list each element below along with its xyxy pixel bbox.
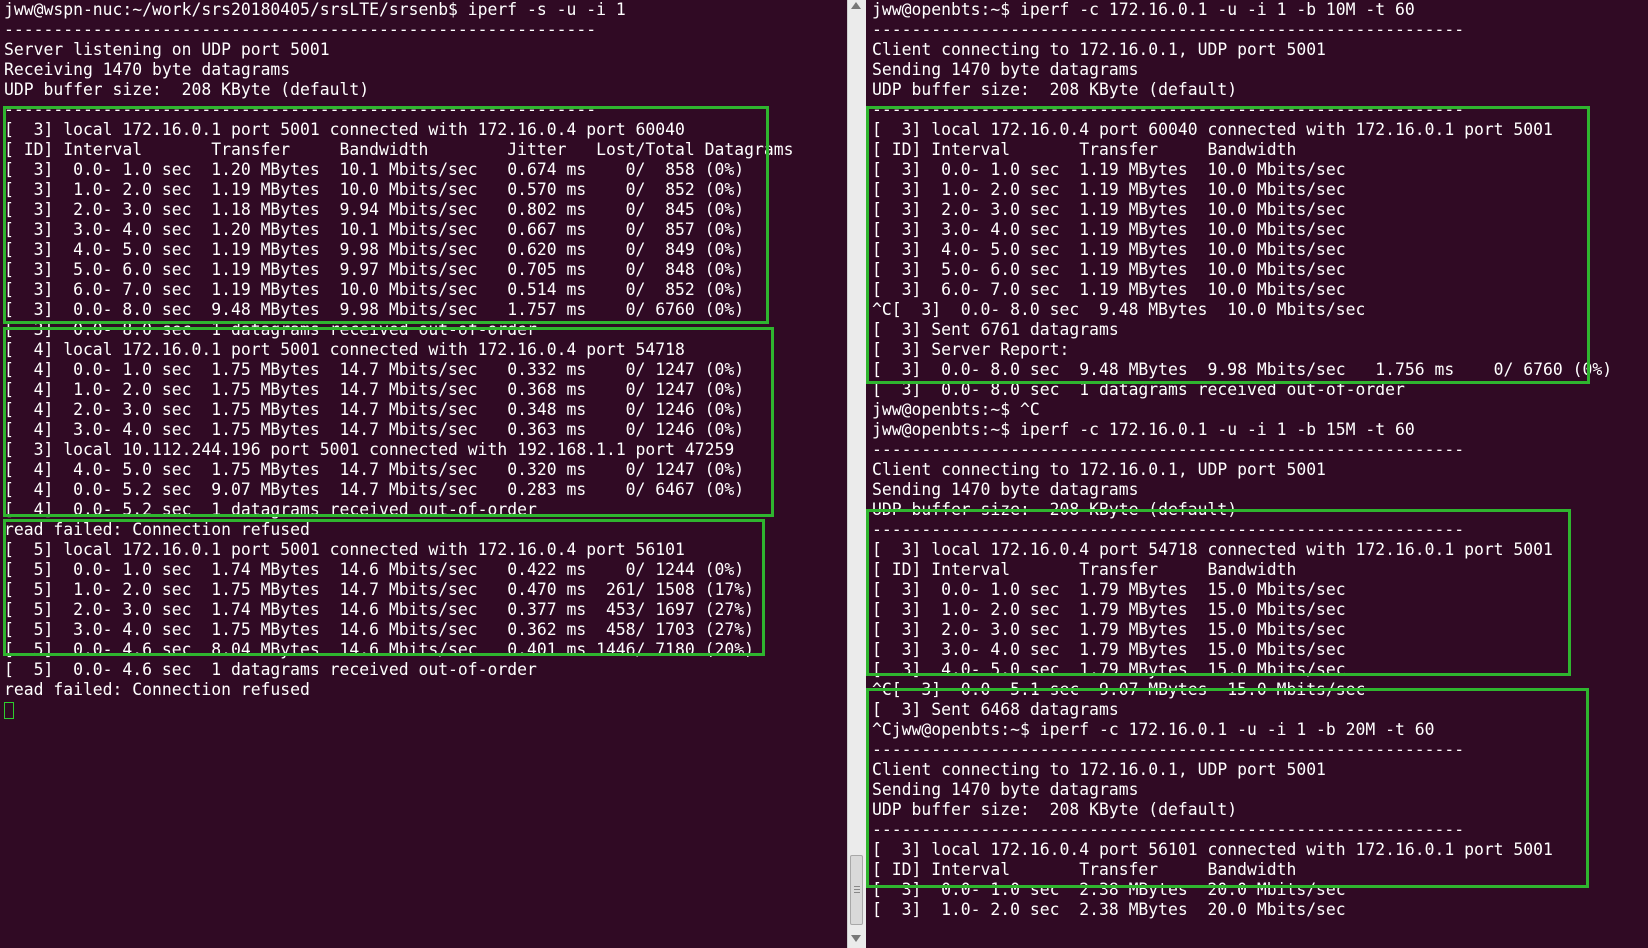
terminal-line: [ 3] 2.0- 3.0 sec 1.18 MBytes 9.94 Mbits…	[4, 200, 745, 219]
terminal-line: [ 3] local 172.16.0.4 port 60040 connect…	[872, 120, 1553, 139]
terminal-line: [ 3] 6.0- 7.0 sec 1.19 MBytes 10.0 Mbits…	[872, 280, 1346, 299]
terminal-line: [ 5] 0.0- 4.6 sec 8.04 MBytes 14.6 Mbits…	[4, 640, 754, 659]
terminal-line: [ ID] Interval Transfer Bandwidth	[872, 560, 1297, 579]
terminal-line: Client connecting to 172.16.0.1, UDP por…	[872, 760, 1326, 779]
terminal-line: jww@openbts:~$ iperf -c 172.16.0.1 -u -i…	[872, 420, 1415, 439]
terminal-line: [ 5] 2.0- 3.0 sec 1.74 MBytes 14.6 Mbits…	[4, 600, 754, 619]
right-terminal-output: jww@openbts:~$ iperf -c 172.16.0.1 -u -i…	[872, 0, 1612, 920]
terminal-line: ----------------------------------------…	[4, 20, 597, 39]
scrollbar-thumb[interactable]	[850, 855, 863, 925]
terminal-line: Sending 1470 byte datagrams	[872, 480, 1139, 499]
terminal-line: jww@openbts:~$ ^C	[872, 400, 1040, 419]
terminal-line: [ 5] 3.0- 4.0 sec 1.75 MBytes 14.6 Mbits…	[4, 620, 754, 639]
terminal-line: UDP buffer size: 208 KByte (default)	[4, 80, 370, 99]
terminal-line: [ ID] Interval Transfer Bandwidth	[872, 860, 1297, 879]
terminal-line: UDP buffer size: 208 KByte (default)	[872, 800, 1238, 819]
terminal-line: [ 5] 1.0- 2.0 sec 1.75 MBytes 14.7 Mbits…	[4, 580, 754, 599]
scroll-up-arrow-icon[interactable]	[851, 2, 861, 9]
terminal-line: [ 3] 0.0- 8.0 sec 9.48 MBytes 9.98 Mbits…	[4, 300, 745, 319]
terminal-line: [ 5] 0.0- 4.6 sec 1 datagrams received o…	[4, 660, 537, 679]
right-terminal-pane[interactable]: jww@openbts:~$ iperf -c 172.16.0.1 -u -i…	[866, 0, 1648, 948]
left-terminal-output: jww@wspn-nuc:~/work/srs20180405/srsLTE/s…	[4, 0, 793, 719]
terminal-line: [ 3] local 172.16.0.4 port 56101 connect…	[872, 840, 1553, 859]
terminal-cursor	[4, 702, 14, 719]
terminal-line: [ 3] 3.0- 4.0 sec 1.79 MBytes 15.0 Mbits…	[872, 640, 1346, 659]
terminal-line: [ 3] 4.0- 5.0 sec 1.19 MBytes 9.98 Mbits…	[4, 240, 745, 259]
terminal-line: Server listening on UDP port 5001	[4, 40, 330, 59]
terminal-line: [ ID] Interval Transfer Bandwidth	[872, 140, 1297, 159]
terminal-line: [ 4] 0.0- 1.0 sec 1.75 MBytes 14.7 Mbits…	[4, 360, 745, 379]
terminal-line: ----------------------------------------…	[872, 520, 1465, 539]
terminal-line: [ 4] local 172.16.0.1 port 5001 connecte…	[4, 340, 685, 359]
terminal-line: ^C[ 3] 0.0- 8.0 sec 9.48 MBytes 10.0 Mbi…	[872, 300, 1366, 319]
terminal-line: [ 4] 3.0- 4.0 sec 1.75 MBytes 14.7 Mbits…	[4, 420, 745, 439]
terminal-line: [ 3] 1.0- 2.0 sec 2.38 MBytes 20.0 Mbits…	[872, 900, 1346, 919]
terminal-line: UDP buffer size: 208 KByte (default)	[872, 80, 1238, 99]
terminal-line: [ ID] Interval Transfer Bandwidth Jitter…	[4, 140, 794, 159]
terminal-line: [ 3] 4.0- 5.0 sec 1.19 MBytes 10.0 Mbits…	[872, 240, 1346, 259]
scroll-down-arrow-icon[interactable]	[851, 935, 861, 942]
terminal-line: ----------------------------------------…	[872, 20, 1465, 39]
terminal-line: [ 3] Sent 6761 datagrams	[872, 320, 1119, 339]
terminal-line: Client connecting to 172.16.0.1, UDP por…	[872, 460, 1326, 479]
terminal-line: Receiving 1470 byte datagrams	[4, 60, 291, 79]
terminal-line: [ 3] 5.0- 6.0 sec 1.19 MBytes 10.0 Mbits…	[872, 260, 1346, 279]
terminal-line: [ 3] 0.0- 1.0 sec 1.79 MBytes 15.0 Mbits…	[872, 580, 1346, 599]
terminal-line: [ 3] local 10.112.244.196 port 5001 conn…	[4, 440, 735, 459]
terminal-line: [ 3] local 172.16.0.4 port 54718 connect…	[872, 540, 1553, 559]
terminal-line: read failed: Connection refused	[4, 520, 310, 539]
terminal-line: [ 3] 1.0- 2.0 sec 1.19 MBytes 10.0 Mbits…	[872, 180, 1346, 199]
terminal-line: [ 4] 4.0- 5.0 sec 1.75 MBytes 14.7 Mbits…	[4, 460, 745, 479]
terminal-line: [ 5] local 172.16.0.1 port 5001 connecte…	[4, 540, 685, 559]
terminal-line: Client connecting to 172.16.0.1, UDP por…	[872, 40, 1326, 59]
terminal-line: [ 5] 0.0- 1.0 sec 1.74 MBytes 14.6 Mbits…	[4, 560, 745, 579]
terminal-line: UDP buffer size: 208 KByte (default)	[872, 500, 1238, 519]
terminal-line: [ 3] Server Report:	[872, 340, 1070, 359]
terminal-line: [ 3] 0.0- 8.0 sec 9.48 MBytes 9.98 Mbits…	[872, 360, 1613, 379]
terminal-line: [ 3] 6.0- 7.0 sec 1.19 MBytes 10.0 Mbits…	[4, 280, 745, 299]
terminal-line: [ 4] 0.0- 5.2 sec 9.07 MBytes 14.7 Mbits…	[4, 480, 745, 499]
terminal-line: [ 3] 1.0- 2.0 sec 1.79 MBytes 15.0 Mbits…	[872, 600, 1346, 619]
terminal-line: [ 3] 0.0- 8.0 sec 1 datagrams received o…	[4, 320, 537, 339]
terminal-line: jww@wspn-nuc:~/work/srs20180405/srsLTE/s…	[4, 0, 626, 19]
terminal-line: ----------------------------------------…	[872, 820, 1465, 839]
terminal-line: ----------------------------------------…	[872, 100, 1465, 119]
terminal-line: [ 3] 1.0- 2.0 sec 1.19 MBytes 10.0 Mbits…	[4, 180, 745, 199]
terminal-line: [ 3] 3.0- 4.0 sec 1.20 MBytes 10.1 Mbits…	[4, 220, 745, 239]
terminal-line: [ 3] 5.0- 6.0 sec 1.19 MBytes 9.97 Mbits…	[4, 260, 745, 279]
terminal-line: [ 3] 2.0- 3.0 sec 1.79 MBytes 15.0 Mbits…	[872, 620, 1346, 639]
terminal-line: [ 4] 1.0- 2.0 sec 1.75 MBytes 14.7 Mbits…	[4, 380, 745, 399]
terminal-line: [ 4] 0.0- 5.2 sec 1 datagrams received o…	[4, 500, 537, 519]
left-terminal-pane[interactable]: jww@wspn-nuc:~/work/srs20180405/srsLTE/s…	[0, 0, 847, 948]
terminal-line: Sending 1470 byte datagrams	[872, 780, 1139, 799]
terminal-line: Sending 1470 byte datagrams	[872, 60, 1139, 79]
terminal-line: ----------------------------------------…	[872, 740, 1465, 759]
terminal-line: [ 3] 0.0- 1.0 sec 2.38 MBytes 20.0 Mbits…	[872, 880, 1346, 899]
terminal-line: ----------------------------------------…	[4, 100, 597, 119]
terminal-line: jww@openbts:~$ iperf -c 172.16.0.1 -u -i…	[872, 0, 1415, 19]
terminal-line: [ 3] Sent 6468 datagrams	[872, 700, 1119, 719]
terminal-line: read failed: Connection refused	[4, 680, 310, 699]
vertical-scrollbar[interactable]	[847, 0, 866, 948]
terminal-line: [ 3] 4.0- 5.0 sec 1.79 MBytes 15.0 Mbits…	[872, 660, 1346, 679]
terminal-line: [ 3] 3.0- 4.0 sec 1.19 MBytes 10.0 Mbits…	[872, 220, 1346, 239]
terminal-line: [ 4] 2.0- 3.0 sec 1.75 MBytes 14.7 Mbits…	[4, 400, 745, 419]
terminal-line: ^C[ 3] 0.0- 5.1 sec 9.07 MBytes 15.0 Mbi…	[872, 680, 1366, 699]
terminal-line: ----------------------------------------…	[872, 440, 1465, 459]
terminal-line: [ 3] local 172.16.0.1 port 5001 connecte…	[4, 120, 685, 139]
terminal-line: [ 3] 0.0- 1.0 sec 1.20 MBytes 10.1 Mbits…	[4, 160, 745, 179]
terminal-line: [ 3] 2.0- 3.0 sec 1.19 MBytes 10.0 Mbits…	[872, 200, 1346, 219]
terminal-line: [ 3] 0.0- 8.0 sec 1 datagrams received o…	[872, 380, 1405, 399]
terminal-line: ^Cjww@openbts:~$ iperf -c 172.16.0.1 -u …	[872, 720, 1435, 739]
terminal-line: [ 3] 0.0- 1.0 sec 1.19 MBytes 10.0 Mbits…	[872, 160, 1346, 179]
